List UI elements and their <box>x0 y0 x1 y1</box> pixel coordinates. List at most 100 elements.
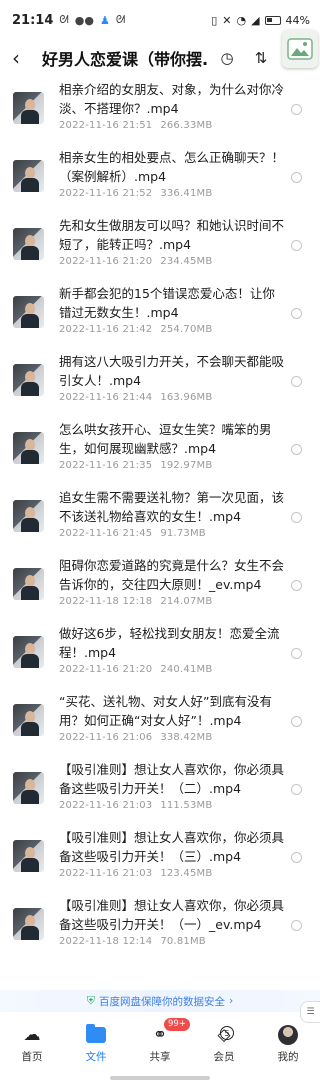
file-size: 70.81MB <box>160 936 206 947</box>
list-item[interactable]: 拥有这八大吸引力开关，不会聊天都能吸引女人！.mp4 2022-11-16 21:… <box>0 348 320 416</box>
file-info: 追女生需不需要送礼物？第一次见面，该不该送礼物给喜欢的女生！.mp4 2022-1… <box>59 488 304 539</box>
nav-home-label: 首页 <box>21 1051 43 1063</box>
bottom-nav: ☁ 首页 文件 ⚭ 99+ 共享 ◇ 5 会员 我的 <box>0 1018 320 1070</box>
list-item[interactable]: 相亲女生的相处要点、怎么正确聊天？！（案例解析）.mp4 2022-11-16 2… <box>0 144 320 212</box>
header: ‹ 好男人恋爱课（带你摆... ◷ ⇅ <box>0 30 320 76</box>
file-date: 2022-11-18 12:18 <box>59 596 153 607</box>
file-name: 新手都会犯的15个错误恋爱心态！让你错过无数女生！.mp4 <box>59 286 275 320</box>
image-icon <box>287 38 313 60</box>
list-item[interactable]: 【吸引准则】想让女人喜欢你，你必须具备这些吸引力开关！（二）.mp4 2022-1… <box>0 756 320 824</box>
select-radio[interactable] <box>291 240 302 251</box>
file-date: 2022-11-16 21:06 <box>59 732 153 743</box>
nav-member[interactable]: ◇ 5 会员 <box>192 1024 256 1064</box>
list-item[interactable]: 阻碍你恋爱道路的究竟是什么？女生不会告诉你的，交往四大原则！_ev.mp4 202… <box>0 552 320 620</box>
file-date: 2022-11-16 21:20 <box>59 664 153 675</box>
list-item[interactable]: 追女生需不需要送礼物？第一次见面，该不该送礼物给喜欢的女生！.mp4 2022-1… <box>0 484 320 552</box>
select-radio[interactable] <box>291 104 302 115</box>
list-item[interactable]: 怎么哄女孩开心、逗女生笑？嘴笨的男生，如何展现幽默感？.mp4 2022-11-1… <box>0 416 320 484</box>
file-info: 【吸引准则】想让女人喜欢你，你必须具备这些吸引力开关！（二）.mp4 2022-1… <box>59 760 304 811</box>
history-icon[interactable]: ◷ <box>212 43 242 73</box>
mute-icon: ✕ <box>222 13 232 27</box>
select-radio[interactable] <box>291 920 302 931</box>
nav-home[interactable]: ☁ 首页 <box>0 1024 64 1064</box>
file-meta: 2022-11-16 21:03 123.45MB <box>59 868 286 879</box>
status-bar: 21:14 ᘛ ●● ♟ ᘛ ▯ ✕ ◔ ◢ 44% <box>0 0 320 40</box>
file-meta: 2022-11-16 21:45 91.73MB <box>59 528 286 539</box>
file-name: 相亲介绍的女朋友、对象，为什么对你冷淡、不搭理你？.mp4 <box>59 82 285 116</box>
list-item[interactable]: 【吸引准则】想让女人喜欢你，你必须具备这些吸引力开关！（一）_ev.mp4 202… <box>0 892 320 960</box>
select-radio[interactable] <box>291 716 302 727</box>
nav-mine[interactable]: 我的 <box>256 1024 320 1064</box>
file-name: 做好这6步，轻松找到女朋友！恋爱全流程！.mp4 <box>59 626 280 660</box>
select-radio[interactable] <box>291 376 302 387</box>
list-item[interactable]: 【吸引准则】想让女人喜欢你，你必须具备这些吸引力开关！（三）.mp4 2022-1… <box>0 824 320 892</box>
floating-thumbnail[interactable] <box>282 30 318 68</box>
file-size: 111.53MB <box>160 800 213 811</box>
wechat-icon: ●● <box>74 13 94 27</box>
nav-files[interactable]: 文件 <box>64 1024 128 1064</box>
file-date: 2022-11-16 21:03 <box>59 868 153 879</box>
file-meta: 2022-11-16 21:20 234.45MB <box>59 256 286 267</box>
avatar <box>278 1025 298 1045</box>
shield-icon: ⛨ <box>86 994 96 1007</box>
file-date: 2022-11-16 21:35 <box>59 460 153 471</box>
list-item[interactable]: 相亲介绍的女朋友、对象，为什么对你冷淡、不搭理你？.mp4 2022-11-16 … <box>0 76 320 144</box>
file-name: 【吸引准则】想让女人喜欢你，你必须具备这些吸引力开关！（二）.mp4 <box>59 762 285 796</box>
file-meta: 2022-11-18 12:18 214.07MB <box>59 596 286 607</box>
back-arrow-icon[interactable]: ‹ <box>12 46 34 70</box>
file-size: 336.41MB <box>160 188 213 199</box>
file-size: 91.73MB <box>160 528 206 539</box>
status-left: 21:14 ᘛ ●● ♟ ᘛ <box>12 13 125 28</box>
sort-icon[interactable]: ⇅ <box>246 43 276 73</box>
select-radio[interactable] <box>291 852 302 863</box>
file-info: 拥有这八大吸引力开关，不会聊天都能吸引女人！.mp4 2022-11-16 21:… <box>59 352 304 403</box>
share-badge: 99+ <box>164 1018 190 1031</box>
video-thumbnail <box>13 568 44 600</box>
file-name: 先和女生做朋友可以吗？和她认识时间不短了，能转正吗？.mp4 <box>59 218 285 252</box>
file-date: 2022-11-16 21:42 <box>59 324 153 335</box>
cloud-notification-icon: ᘛ <box>115 13 126 26</box>
safety-banner-text: 百度网盘保障你的数据安全 <box>99 995 226 1008</box>
file-name: 相亲女生的相处要点、怎么正确聊天？！（案例解析）.mp4 <box>59 150 285 184</box>
video-thumbnail <box>13 296 44 328</box>
file-meta: 2022-11-16 21:03 111.53MB <box>59 800 286 811</box>
file-meta: 2022-11-16 21:20 240.41MB <box>59 664 286 675</box>
file-meta: 2022-11-16 21:42 254.70MB <box>59 324 286 335</box>
qq-icon: ♟ <box>99 13 110 27</box>
select-radio[interactable] <box>291 580 302 591</box>
list-item[interactable]: 新手都会犯的15个错误恋爱心态！让你错过无数女生！.mp4 2022-11-16 … <box>0 280 320 348</box>
file-date: 2022-11-18 12:14 <box>59 936 153 947</box>
file-size: 234.45MB <box>160 256 213 267</box>
list-item[interactable]: 先和女生做朋友可以吗？和她认识时间不短了，能转正吗？.mp4 2022-11-16… <box>0 212 320 280</box>
file-info: 阻碍你恋爱道路的究竟是什么？女生不会告诉你的，交往四大原则！_ev.mp4 202… <box>59 556 304 607</box>
select-radio[interactable] <box>291 172 302 183</box>
nav-share[interactable]: ⚭ 99+ 共享 <box>128 1018 192 1064</box>
file-size: 214.07MB <box>160 596 213 607</box>
battery-level: 44% <box>285 13 310 27</box>
file-size: 123.45MB <box>160 868 213 879</box>
page-title: 好男人恋爱课（带你摆... <box>42 50 208 69</box>
video-thumbnail <box>13 772 44 804</box>
file-meta: 2022-11-16 21:44 163.96MB <box>59 392 286 403</box>
nav-files-label: 文件 <box>85 1051 107 1063</box>
file-name: 怎么哄女孩开心、逗女生笑？嘴笨的男生，如何展现幽默感？.mp4 <box>59 422 272 456</box>
select-radio[interactable] <box>291 512 302 523</box>
select-radio[interactable] <box>291 648 302 659</box>
list-item[interactable]: “买花、送礼物、对女人好”到底有没有用？如何正确“对女人好”！.mp4 2022-… <box>0 688 320 756</box>
cloud-home-icon: ☁ <box>23 1025 41 1045</box>
file-meta: 2022-11-16 21:35 192.97MB <box>59 460 286 471</box>
select-radio[interactable] <box>291 308 302 319</box>
signal-icon: ◢ <box>251 13 260 27</box>
side-menu-handle[interactable]: ☰ <box>300 1001 320 1023</box>
select-radio[interactable] <box>291 784 302 795</box>
file-name: 追女生需不需要送礼物？第一次见面，该不该送礼物给喜欢的女生！.mp4 <box>59 490 285 524</box>
video-thumbnail <box>13 636 44 668</box>
list-item[interactable]: 做好这6步，轻松找到女朋友！恋爱全流程！.mp4 2022-11-16 21:20… <box>0 620 320 688</box>
safety-banner[interactable]: ⛨ 百度网盘保障你的数据安全 › <box>0 990 320 1012</box>
nav-mine-label: 我的 <box>277 1051 299 1063</box>
file-info: 相亲女生的相处要点、怎么正确聊天？！（案例解析）.mp4 2022-11-16 2… <box>59 148 304 199</box>
video-thumbnail <box>13 500 44 532</box>
home-indicator <box>110 1076 210 1080</box>
file-meta: 2022-11-16 21:52 336.41MB <box>59 188 286 199</box>
select-radio[interactable] <box>291 444 302 455</box>
